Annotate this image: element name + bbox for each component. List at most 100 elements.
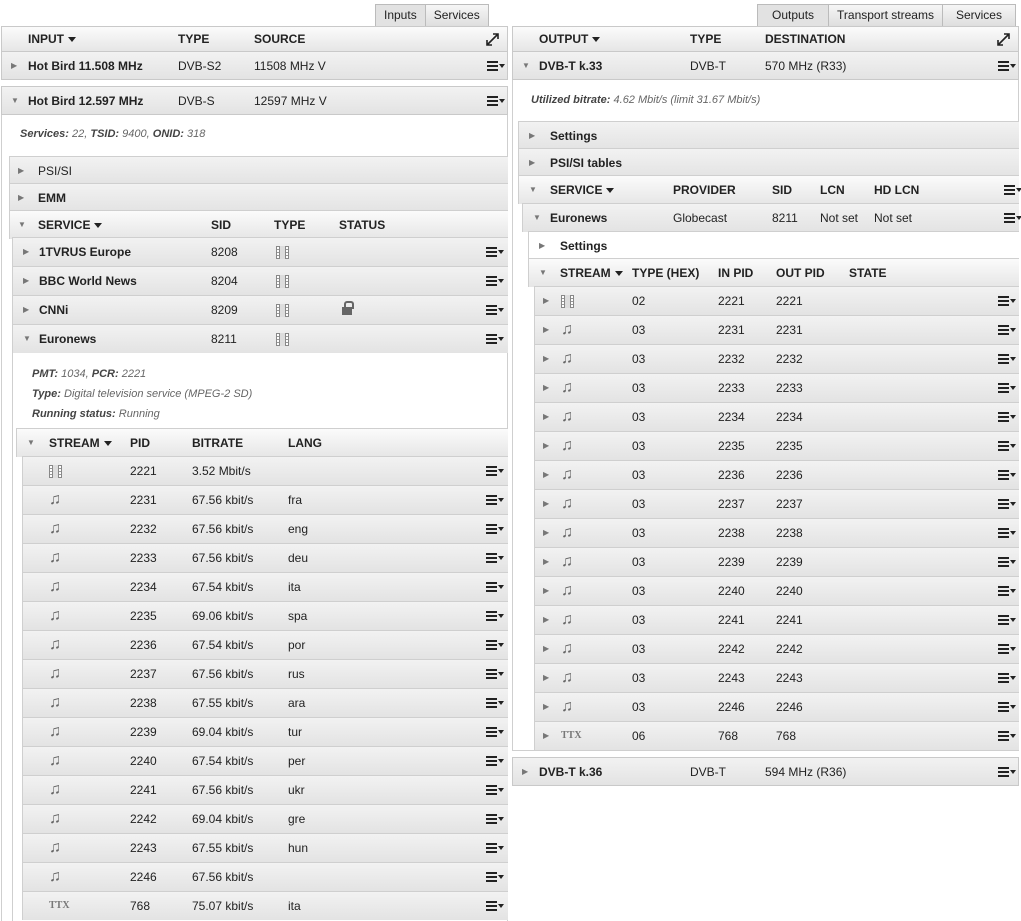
output-row[interactable]: ▶ DVB-T k.36 DVB-T 594 MHz (R36)	[512, 757, 1019, 786]
out-service-settings-row[interactable]: ▶ Settings	[528, 231, 1019, 260]
expand-arrow-icon[interactable]: ▶	[529, 149, 535, 177]
stream-row[interactable]: ♫ 2234 67.54 kbit/s ita	[22, 572, 508, 601]
out-stream-row[interactable]: ▶ ♫ 03 2237 2237	[534, 489, 1019, 518]
stream-row[interactable]: ♫ 2236 67.54 kbit/s por	[22, 630, 508, 659]
menu-icon[interactable]	[486, 667, 504, 681]
out-stream-row[interactable]: ▶ ♫ 03 2243 2243	[534, 663, 1019, 692]
menu-icon[interactable]	[1004, 183, 1021, 197]
menu-icon[interactable]	[998, 555, 1016, 569]
expand-arrow-icon[interactable]: ▶	[543, 403, 549, 431]
service-row[interactable]: ▶ 1TVRUS Europe 8208	[12, 237, 508, 266]
menu-icon[interactable]	[998, 381, 1016, 395]
collapse-arrow-icon[interactable]: ▼	[522, 52, 530, 80]
out-stream-row[interactable]: ▶ 02 2221 2221	[534, 286, 1019, 315]
out-stream-row[interactable]: ▶ ♫ 03 2239 2239	[534, 547, 1019, 576]
menu-icon[interactable]	[486, 783, 504, 797]
expand-arrow-icon[interactable]: ▶	[23, 296, 29, 324]
service-row[interactable]: ▼ Euronews 8211	[12, 324, 508, 353]
stream-row[interactable]: ♫ 2246 67.56 kbit/s	[22, 862, 508, 891]
collapse-arrow-icon[interactable]: ▼	[529, 176, 537, 204]
stream-row[interactable]: ♫ 2238 67.55 kbit/s ara	[22, 688, 508, 717]
menu-icon[interactable]	[486, 754, 504, 768]
menu-icon[interactable]	[998, 613, 1016, 627]
menu-icon[interactable]	[486, 274, 504, 288]
menu-icon[interactable]	[487, 94, 505, 108]
expand-arrow-icon[interactable]: ▶	[543, 693, 549, 721]
collapse-arrow-icon[interactable]: ▼	[27, 429, 35, 457]
tab-services[interactable]: Services	[941, 4, 1016, 26]
output-settings-row[interactable]: ▶ Settings	[518, 121, 1019, 150]
stream-row[interactable]: ♫ 2243 67.55 kbit/s hun	[22, 833, 508, 862]
menu-icon[interactable]	[998, 468, 1016, 482]
stream-row[interactable]: ♫ 2231 67.56 kbit/s fra	[22, 485, 508, 514]
expand-arrow-icon[interactable]: ▶	[18, 157, 24, 185]
stream-column-header[interactable]: STREAM	[49, 429, 112, 457]
service-column-header[interactable]: SERVICE	[550, 176, 615, 204]
menu-icon[interactable]	[1004, 211, 1021, 225]
expand-arrow-icon[interactable]: ▶	[543, 577, 549, 605]
menu-icon[interactable]	[998, 59, 1016, 73]
out-stream-row[interactable]: ▶ ♫ 03 2231 2231	[534, 315, 1019, 344]
out-stream-row[interactable]: ▶ ♫ 03 2240 2240	[534, 576, 1019, 605]
menu-icon[interactable]	[486, 464, 504, 478]
stream-row[interactable]: ♫ 2233 67.56 kbit/s deu	[22, 543, 508, 572]
expand-arrow-icon[interactable]: ▶	[543, 432, 549, 460]
menu-icon[interactable]	[998, 671, 1016, 685]
output-row[interactable]: ▼ DVB-T k.33 DVB-T 570 MHz (R33)	[512, 51, 1019, 80]
stream-row[interactable]: ♫ 2240 67.54 kbit/s per	[22, 746, 508, 775]
service-column-header[interactable]: SERVICE	[38, 211, 103, 239]
collapse-arrow-icon[interactable]: ▼	[18, 211, 26, 239]
expand-arrow-icon[interactable]: ▶	[543, 635, 549, 663]
menu-icon[interactable]	[486, 725, 504, 739]
service-row[interactable]: ▶ BBC World News 8204	[12, 266, 508, 295]
input-column-header[interactable]: INPUT	[28, 27, 76, 51]
service-row[interactable]: ▶ CNNi 8209	[12, 295, 508, 324]
menu-icon[interactable]	[998, 729, 1016, 743]
menu-icon[interactable]	[486, 841, 504, 855]
psi-si-tables-row[interactable]: ▶ PSI/SI tables	[518, 148, 1019, 177]
expand-arrow-icon[interactable]: ▶	[543, 461, 549, 489]
out-stream-row[interactable]: ▶ ♫ 03 2241 2241	[534, 605, 1019, 634]
stream-row[interactable]: ♫ 2242 69.04 kbit/s gre	[22, 804, 508, 833]
tab-outputs[interactable]: Outputs	[757, 4, 830, 26]
expand-arrow-icon[interactable]: ▶	[23, 267, 29, 295]
menu-icon[interactable]	[998, 323, 1016, 337]
expand-arrow-icon[interactable]: ▶	[543, 664, 549, 692]
stream-row[interactable]: ♫ 2232 67.56 kbit/s eng	[22, 514, 508, 543]
stream-row[interactable]: ♫ 2235 69.06 kbit/s spa	[22, 601, 508, 630]
expand-arrow-icon[interactable]: ▶	[529, 122, 535, 150]
out-stream-row[interactable]: ▶ ♫ 03 2242 2242	[534, 634, 1019, 663]
menu-icon[interactable]	[486, 609, 504, 623]
menu-icon[interactable]	[998, 642, 1016, 656]
expand-arrow-icon[interactable]: ▶	[23, 238, 29, 266]
menu-icon[interactable]	[486, 332, 504, 346]
stream-row[interactable]: ♫ 2239 69.04 kbit/s tur	[22, 717, 508, 746]
tab-services[interactable]: Services	[424, 4, 489, 26]
collapse-arrow-icon[interactable]: ▼	[533, 204, 541, 232]
tab-inputs[interactable]: Inputs	[375, 4, 426, 26]
out-service-row[interactable]: ▼ Euronews Globecast 8211 Not set Not se…	[522, 203, 1021, 232]
menu-icon[interactable]	[998, 439, 1016, 453]
menu-icon[interactable]	[487, 59, 505, 73]
expand-arrow-icon[interactable]: ▶	[543, 345, 549, 373]
maximize-icon[interactable]	[486, 33, 499, 46]
expand-arrow-icon[interactable]: ▶	[543, 519, 549, 547]
stream-row[interactable]: 2221 3.52 Mbit/s	[22, 456, 508, 485]
menu-icon[interactable]	[998, 584, 1016, 598]
menu-icon[interactable]	[998, 765, 1016, 779]
menu-icon[interactable]	[486, 551, 504, 565]
output-column-header[interactable]: OUTPUT	[539, 27, 601, 51]
menu-icon[interactable]	[998, 497, 1016, 511]
out-stream-row[interactable]: ▶ ♫ 03 2233 2233	[534, 373, 1019, 402]
maximize-icon[interactable]	[997, 33, 1010, 46]
expand-arrow-icon[interactable]: ▶	[539, 232, 545, 260]
tab-transport-streams[interactable]: Transport streams	[828, 4, 943, 26]
psi-si-row[interactable]: ▶ PSI/SI	[9, 156, 508, 185]
expand-arrow-icon[interactable]: ▶	[18, 184, 24, 212]
menu-icon[interactable]	[486, 870, 504, 884]
expand-arrow-icon[interactable]: ▶	[522, 758, 528, 786]
input-row[interactable]: ▼ Hot Bird 12.597 MHz DVB-S 12597 MHz V	[1, 86, 508, 115]
menu-icon[interactable]	[486, 638, 504, 652]
out-stream-row[interactable]: ▶ TTX 06 768 768	[534, 721, 1019, 750]
menu-icon[interactable]	[998, 526, 1016, 540]
